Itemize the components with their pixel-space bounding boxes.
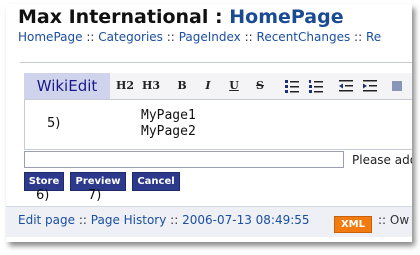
strikethrough-button[interactable]: S xyxy=(252,77,268,95)
bulleted-list-icon[interactable] xyxy=(284,77,300,95)
editor-toolbar: WikiEdit H2 H3 B I U S xyxy=(24,73,412,100)
h3-button[interactable]: H3 xyxy=(142,77,160,95)
breadcrumb-separator: :: xyxy=(166,30,175,44)
site-title: Max International xyxy=(18,6,209,28)
footer-separator: :: xyxy=(78,213,87,227)
edit-page-link[interactable]: Edit page xyxy=(18,213,75,227)
breadcrumb-categories[interactable]: Categories xyxy=(98,30,163,44)
revision-timestamp[interactable]: 2006-07-13 08:49:55 xyxy=(182,213,309,227)
numbered-list-icon[interactable] xyxy=(308,77,324,95)
footer-links: Edit page :: Page History :: 2006-07-13 … xyxy=(18,213,310,227)
annotation-marker-5: 5) xyxy=(47,116,61,131)
page-history-link[interactable]: Page History xyxy=(91,213,167,227)
xml-feed-badge[interactable]: XML xyxy=(334,216,372,233)
underline-button[interactable]: U xyxy=(226,77,242,95)
wikiedit-label: WikiEdit xyxy=(24,73,110,99)
breadcrumb-separator: :: xyxy=(86,30,95,44)
footer-owner-text: :: Ow xyxy=(378,213,410,227)
indent-icon[interactable] xyxy=(362,77,378,95)
summary-input[interactable] xyxy=(24,151,344,168)
page-name-link[interactable]: HomePage xyxy=(229,6,343,28)
annotation-marker-6: 6) xyxy=(36,188,50,203)
page-footer: Edit page :: Page History :: 2006-07-13 … xyxy=(6,206,412,237)
breadcrumb-truncated-item[interactable]: Re xyxy=(366,30,381,44)
content-line: MyPage1 xyxy=(141,108,196,123)
page-title: Max International : HomePage xyxy=(18,6,344,28)
breadcrumb-separator: :: xyxy=(244,30,253,44)
breadcrumb-homepage[interactable]: HomePage xyxy=(18,30,83,44)
outdent-icon[interactable] xyxy=(338,77,354,95)
more-tools-icon[interactable] xyxy=(390,77,406,95)
h2-button[interactable]: H2 xyxy=(116,77,134,95)
content-textarea[interactable]: 5) MyPage1 MyPage2 xyxy=(24,100,412,150)
footer-separator: :: xyxy=(170,213,179,227)
annotation-marker-7: 7) xyxy=(88,188,102,203)
content-line: MyPage2 xyxy=(141,124,196,139)
title-separator: : xyxy=(215,6,223,28)
italic-button[interactable]: I xyxy=(200,77,216,95)
breadcrumb-recentchanges[interactable]: RecentChanges xyxy=(257,30,351,44)
breadcrumb: HomePage :: Categories :: PageIndex :: R… xyxy=(18,30,381,44)
bold-button[interactable]: B xyxy=(174,77,190,95)
cancel-button[interactable]: Cancel xyxy=(132,172,180,191)
breadcrumb-pageindex[interactable]: PageIndex xyxy=(179,30,241,44)
summary-label: Please ado xyxy=(352,153,412,167)
page-frame: Max International : HomePage HomePage ::… xyxy=(6,4,412,242)
breadcrumb-separator: :: xyxy=(354,30,363,44)
